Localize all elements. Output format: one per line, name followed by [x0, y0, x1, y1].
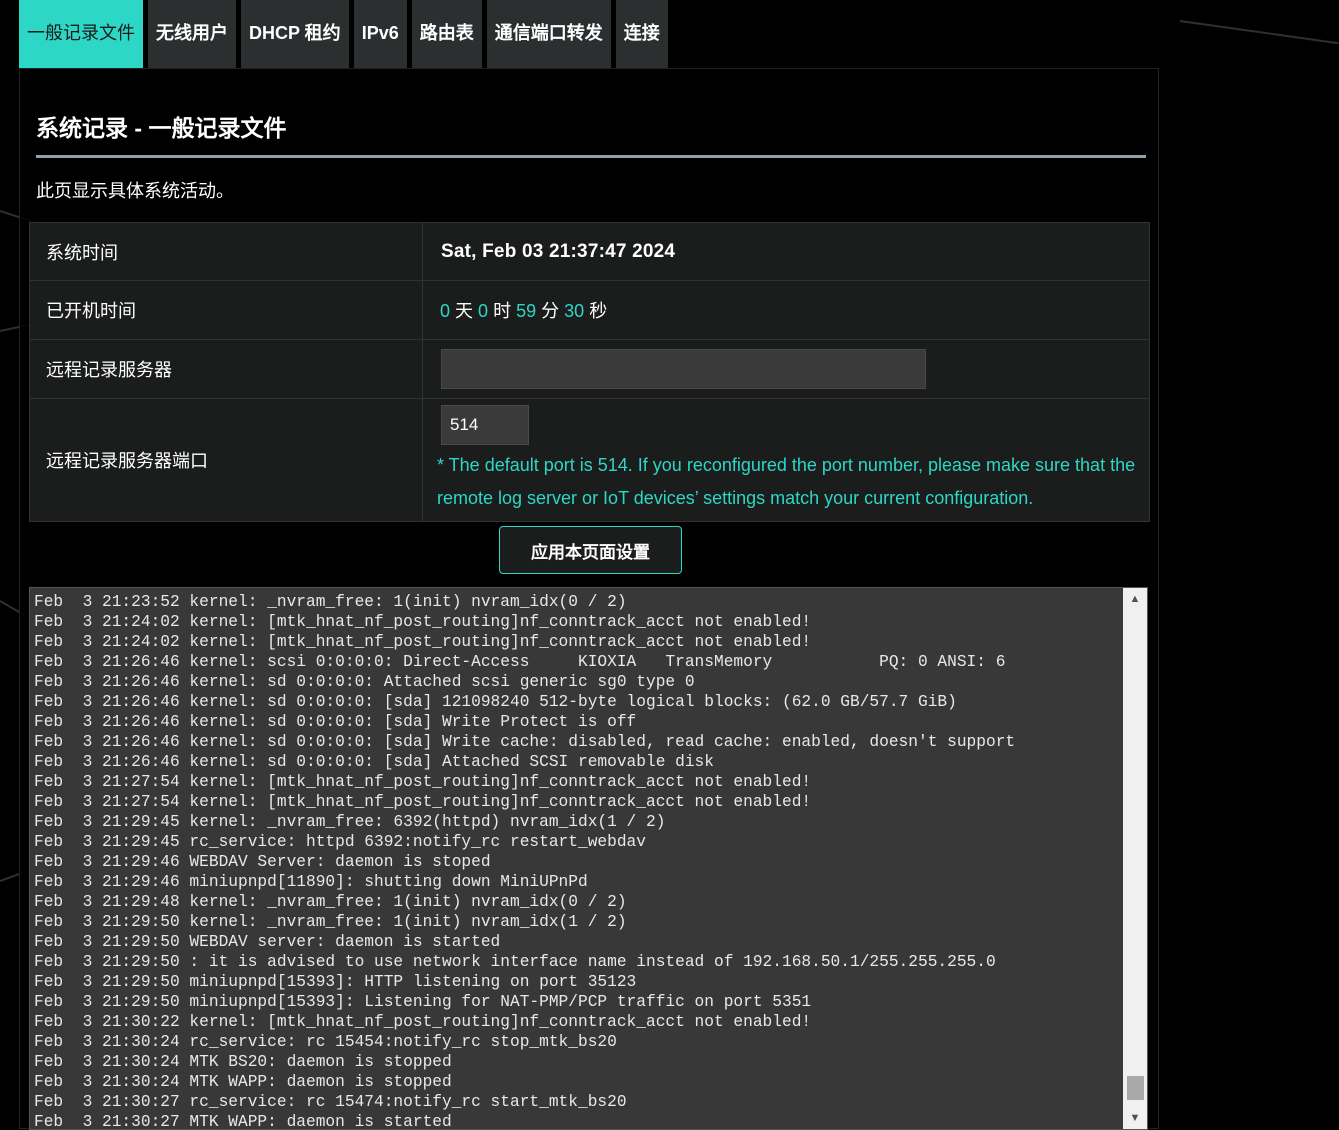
- tab-dhcp-leases[interactable]: DHCP 租约: [241, 0, 349, 68]
- log-line: Feb 3 21:29:45 rc_service: httpd 6392:no…: [34, 833, 646, 851]
- log-line: Feb 3 21:26:46 kernel: sd 0:0:0:0: [sda]…: [34, 753, 714, 771]
- settings-row-uptime: 已开机时间 0 天 0 时 59 分 30 秒: [29, 280, 1150, 340]
- uptime-minutes: 59: [516, 301, 537, 321]
- triangle-down-icon[interactable]: ▼: [1123, 1107, 1147, 1129]
- page-title: 系统记录 - 一般记录文件: [36, 115, 287, 141]
- settings-table: 系统时间 Sat, Feb 03 21:37:47 2024 已开机时间 0 天…: [29, 222, 1150, 522]
- settings-row-remote-server: 远程记录服务器: [29, 339, 1150, 399]
- log-line: Feb 3 21:30:24 MTK WAPP: daemon is stopp…: [34, 1073, 452, 1091]
- log-line: Feb 3 21:30:24 MTK BS20: daemon is stopp…: [34, 1053, 452, 1071]
- log-line: Feb 3 21:29:50 kernel: _nvram_free: 1(in…: [34, 913, 627, 931]
- log-line: Feb 3 21:26:46 kernel: sd 0:0:0:0: [sda]…: [34, 713, 637, 731]
- log-line: Feb 3 21:29:50 WEBDAV server: daemon is …: [34, 933, 501, 951]
- uptime-minutes-unit: 分: [541, 301, 560, 321]
- remote-server-label: 远程记录服务器: [29, 339, 423, 399]
- log-line: Feb 3 21:27:54 kernel: [mtk_hnat_nf_post…: [34, 773, 812, 791]
- log-line: Feb 3 21:26:46 kernel: sd 0:0:0:0: Attac…: [34, 673, 695, 691]
- remote-port-input[interactable]: [441, 405, 529, 445]
- remote-server-input[interactable]: [441, 349, 926, 389]
- log-line: Feb 3 21:26:46 kernel: sd 0:0:0:0: [sda]…: [34, 733, 1016, 751]
- uptime-days-unit: 天: [455, 301, 474, 321]
- uptime-days: 0: [440, 301, 451, 321]
- log-scrollbar[interactable]: ▲ ▼: [1123, 588, 1147, 1129]
- remote-port-hint: * The default port is 514. If you reconf…: [437, 455, 1136, 508]
- log-line: Feb 3 21:30:27 MTK WAPP: daemon is start…: [34, 1113, 452, 1130]
- log-line: Feb 3 21:29:50 miniupnpd[15393]: HTTP li…: [34, 973, 637, 991]
- log-line: Feb 3 21:30:24 rc_service: rc 15454:noti…: [34, 1033, 617, 1051]
- system-log-textarea[interactable]: Feb 3 21:23:52 kernel: _nvram_free: 1(in…: [29, 587, 1148, 1130]
- tab-bar: 一般记录文件 无线用户 DHCP 租约 IPv6 路由表 通信端口转发 连接: [19, 0, 668, 68]
- uptime-seconds: 30: [564, 301, 585, 321]
- log-line: Feb 3 21:29:50 : it is advised to use ne…: [34, 953, 996, 971]
- system-log-content: Feb 3 21:23:52 kernel: _nvram_free: 1(in…: [34, 592, 1126, 1130]
- uptime-value: 0 天 0 时 59 分 30 秒: [422, 280, 1150, 340]
- log-line: Feb 3 21:24:02 kernel: [mtk_hnat_nf_post…: [34, 613, 812, 631]
- tab-wireless-clients[interactable]: 无线用户: [148, 0, 236, 68]
- log-line: Feb 3 21:30:22 kernel: [mtk_hnat_nf_post…: [34, 1013, 812, 1031]
- tab-connections[interactable]: 连接: [615, 0, 668, 68]
- log-line: Feb 3 21:29:50 miniupnpd[15393]: Listeni…: [34, 993, 812, 1011]
- tab-ipv6[interactable]: IPv6: [353, 0, 407, 68]
- uptime-hours-unit: 时: [493, 301, 512, 321]
- log-line: Feb 3 21:29:45 kernel: _nvram_free: 6392…: [34, 813, 666, 831]
- settings-row-system-time: 系统时间 Sat, Feb 03 21:37:47 2024: [29, 222, 1150, 281]
- remote-port-label: 远程记录服务器端口: [29, 398, 423, 522]
- apply-settings-button[interactable]: 应用本页面设置: [499, 526, 682, 574]
- log-line: Feb 3 21:24:02 kernel: [mtk_hnat_nf_post…: [34, 633, 812, 651]
- uptime-seconds-unit: 秒: [589, 301, 608, 321]
- log-line: Feb 3 21:29:46 miniupnpd[11890]: shuttin…: [34, 873, 588, 891]
- scroll-thumb[interactable]: [1127, 1076, 1144, 1100]
- content-panel: 系统记录 - 一般记录文件 此页显示具体系统活动。 系统时间 Sat, Feb …: [19, 68, 1159, 1130]
- uptime-label: 已开机时间: [29, 280, 423, 340]
- settings-row-remote-port: 远程记录服务器端口 * The default port is 514. If …: [29, 398, 1150, 522]
- triangle-up-icon[interactable]: ▲: [1123, 588, 1147, 610]
- system-time-value: Sat, Feb 03 21:37:47 2024: [441, 240, 676, 262]
- tab-general-log[interactable]: 一般记录文件: [19, 0, 143, 68]
- log-line: Feb 3 21:30:27 rc_service: rc 15474:noti…: [34, 1093, 627, 1111]
- tab-port-forwarding[interactable]: 通信端口转发: [486, 0, 611, 68]
- log-line: Feb 3 21:29:48 kernel: _nvram_free: 1(in…: [34, 893, 627, 911]
- log-line: Feb 3 21:23:52 kernel: _nvram_free: 1(in…: [34, 593, 627, 611]
- log-line: Feb 3 21:26:46 kernel: sd 0:0:0:0: [sda]…: [34, 693, 957, 711]
- tab-routing-table[interactable]: 路由表: [411, 0, 482, 68]
- page-description: 此页显示具体系统活动。: [36, 181, 234, 201]
- title-divider: [36, 155, 1146, 158]
- log-line: Feb 3 21:26:46 kernel: scsi 0:0:0:0: Dir…: [34, 653, 1006, 671]
- log-line: Feb 3 21:27:54 kernel: [mtk_hnat_nf_post…: [34, 793, 812, 811]
- log-line: Feb 3 21:29:46 WEBDAV Server: daemon is …: [34, 853, 491, 871]
- uptime-hours: 0: [478, 301, 489, 321]
- system-time-label: 系统时间: [29, 222, 423, 281]
